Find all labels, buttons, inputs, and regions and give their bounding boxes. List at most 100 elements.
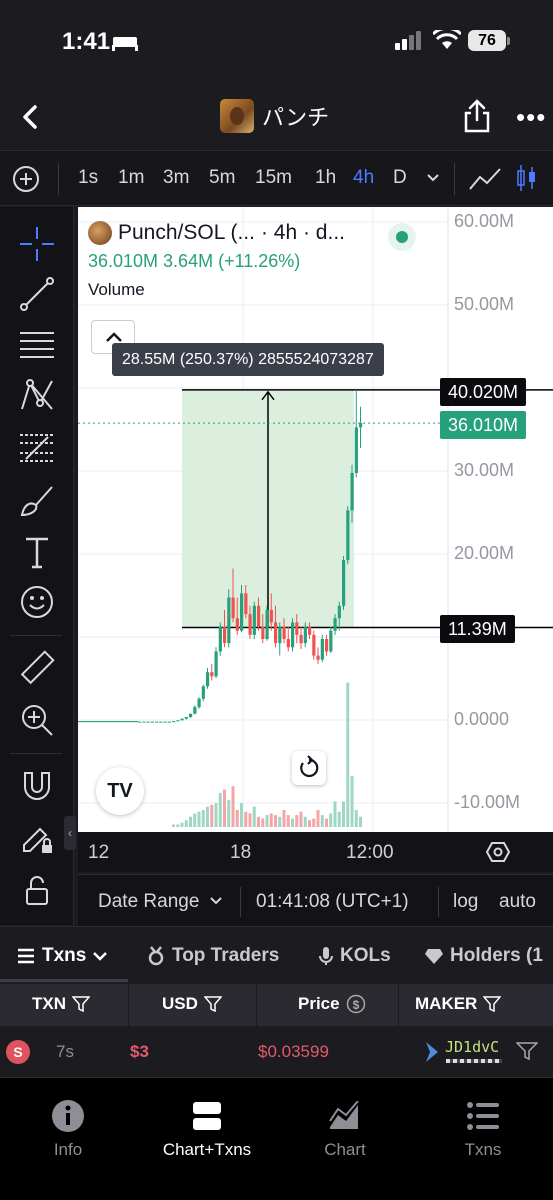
sell-badge: S [6,1040,30,1064]
back-icon[interactable] [16,102,46,132]
tab-kols[interactable]: KOLs [318,945,391,967]
volume-bar [269,813,273,827]
auto-scale-toggle[interactable]: auto [499,891,536,913]
magnet-icon[interactable] [18,767,56,805]
tab-txns[interactable]: Txns [16,945,108,967]
volume-bar [197,811,201,827]
volume-bar [189,816,192,827]
unlock-icon[interactable] [18,871,56,909]
candle-body [337,605,341,619]
sleep-focus-icon [112,37,138,51]
log-scale-toggle[interactable]: log [453,891,478,913]
collapse-toolbar-handle[interactable]: ‹ [64,816,76,850]
share-icon[interactable] [462,98,492,134]
horizontal-lines-icon[interactable] [18,325,56,363]
candle-body [150,721,154,723]
volume-bar [329,813,333,827]
candle-body [320,639,324,660]
chart-settings-icon[interactable] [486,840,510,864]
brush-icon[interactable] [18,481,56,519]
column-price[interactable]: Price $ [298,994,366,1014]
time-axis-label: 12:00 [346,842,394,863]
chart-range-bar: Date Range 01:41:08 (UTC+1) log auto [78,874,553,926]
txn-price: $0.03599 [258,1042,329,1061]
line-chart-icon[interactable] [468,165,502,193]
time-axis[interactable]: 12 18 12:00 [78,832,553,872]
timeframe-1m[interactable]: 1m [118,167,144,189]
measure-tooltip: 28.55M (250.37%) 2855524073287 [112,343,384,376]
volume-bar [291,818,294,827]
candle-body [282,626,286,639]
candle-body [303,626,307,644]
candle-body [342,560,346,606]
timeframe-d[interactable]: D [393,167,407,189]
ruler-icon[interactable] [18,649,56,687]
pattern-icon[interactable] [18,377,56,415]
price-chart[interactable]: Punch/SOL (... · 4h · d... 36.010M 3.64M… [78,207,553,832]
candle-body [261,626,265,639]
volume-bar [312,818,316,827]
column-maker[interactable]: MAKER [415,994,502,1014]
more-options-icon[interactable]: ••• [516,102,546,133]
txn-maker[interactable]: JD1dvC [445,1038,499,1056]
date-range-button[interactable]: Date Range [98,891,223,913]
candle-body [167,721,171,723]
candlestick-icon[interactable] [516,163,538,193]
nav-chart[interactable]: Chart [285,1098,405,1160]
volume-bar [218,793,222,827]
volume-bar [359,816,362,827]
nav-chart-txns[interactable]: Chart+Txns [147,1098,267,1160]
candle-body [278,626,282,644]
text-icon[interactable] [18,533,56,571]
crosshair-icon[interactable] [18,225,56,263]
token-name: パンチ [262,105,330,130]
medal-icon [148,946,164,966]
filter-maker-icon[interactable] [516,1041,538,1061]
legend-volume-label: Volume [88,280,145,299]
candle-body [176,720,180,722]
timeframe-4h[interactable]: 4h [353,167,374,189]
candle-body [189,713,193,718]
timeframe-1s[interactable]: 1s [78,167,98,189]
tab-label: Holders (1 [450,945,543,966]
tab-top-traders[interactable]: Top Traders [146,945,279,967]
lock-drawing-icon[interactable] [18,819,56,857]
nav-txns[interactable]: Txns [423,1098,543,1160]
volume-bar [342,801,345,827]
tradingview-logo[interactable]: TV [96,767,144,815]
add-indicator-icon[interactable] [12,165,40,193]
volume-bar [265,815,269,827]
chevron-down-icon[interactable] [426,171,440,185]
candle-body [346,510,350,561]
column-txn[interactable]: TXN [32,994,90,1014]
volume-bar [282,810,286,827]
timeframe-3m[interactable]: 3m [163,167,189,189]
split-view-icon [193,1102,221,1130]
reset-chart-button[interactable] [292,751,326,785]
trend-line-icon[interactable] [18,275,56,313]
zoom-in-icon[interactable] [18,701,56,739]
emoji-icon[interactable] [18,583,56,621]
timeframe-1h[interactable]: 1h [315,167,336,189]
column-label: USD [162,994,198,1013]
candle-body [227,597,231,644]
candle-body [316,655,320,660]
fib-retracement-icon[interactable] [18,429,56,467]
microphone-icon [319,947,333,965]
timeframe-5m[interactable]: 5m [209,167,235,189]
candle-body [214,651,218,677]
volume-bar [257,816,260,827]
column-usd[interactable]: USD [162,994,222,1014]
legend-interval: · 4h · d... [260,221,345,244]
txn-table-header: TXN USD Price $ MAKER [0,984,553,1026]
column-divider [398,984,399,1026]
table-row[interactable]: S 7s $3 $0.03599 JD1dvC [0,1026,553,1078]
tab-holders[interactable]: Holders (1 [424,945,543,967]
timeframe-15m[interactable]: 15m [255,167,292,189]
price-tag-high: 40.020M [440,378,527,406]
legend-stats: 36.010M 3.64M (+11.26%) [88,251,301,271]
legend-symbol: Punch/SOL (... [118,221,255,244]
filter-icon [203,996,222,1012]
tab-label: Top Traders [172,945,280,966]
nav-info[interactable]: Info [8,1098,128,1160]
